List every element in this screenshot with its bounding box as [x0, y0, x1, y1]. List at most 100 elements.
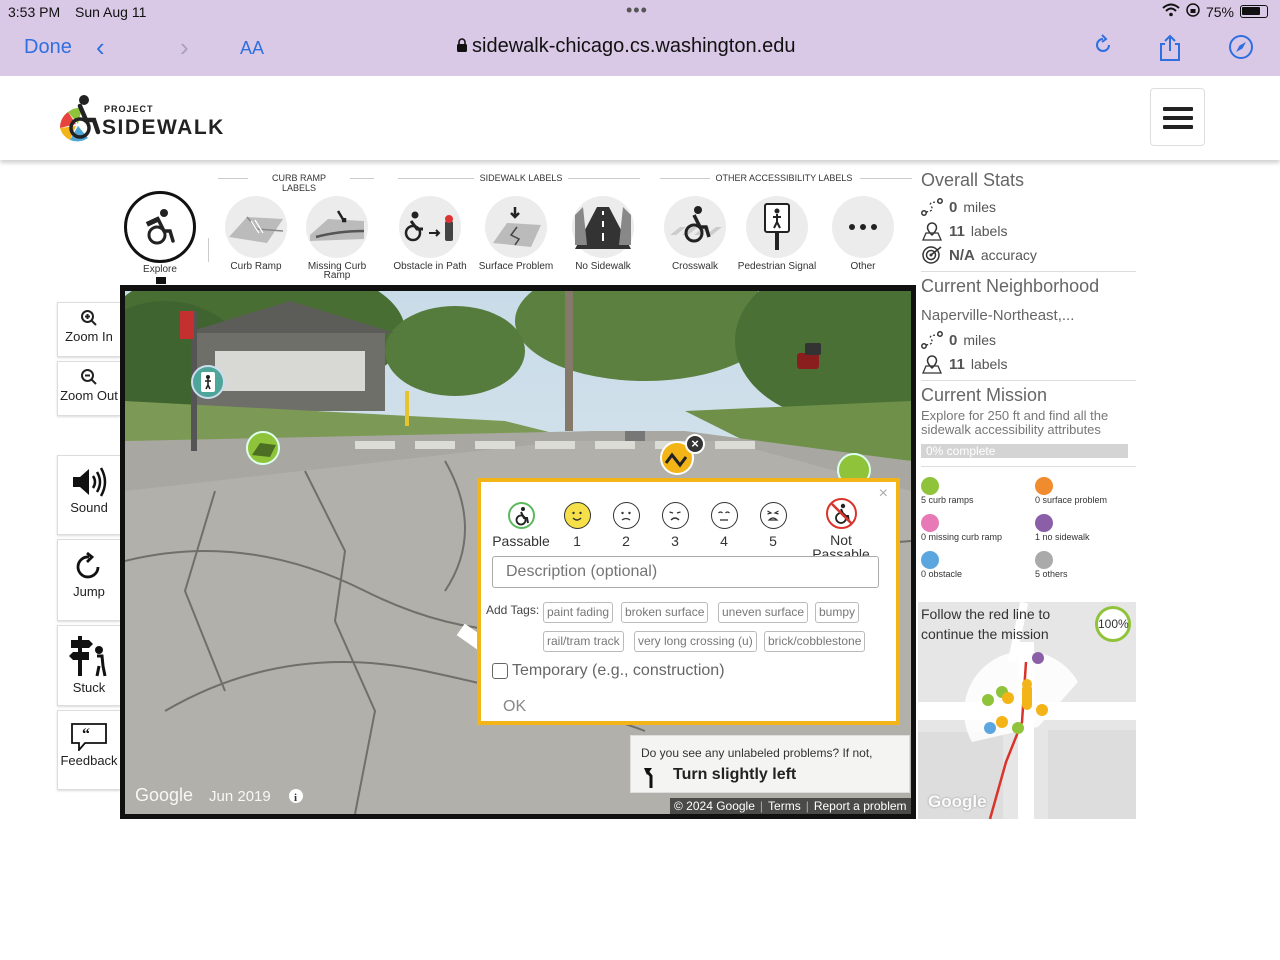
report-problem-link[interactable]: Report a problem [814, 799, 907, 813]
browser-chrome: 3:53 PM Sun Aug 11 ••• 75% Done ‹ › AA s… [0, 0, 1280, 76]
overall-stats-title: Overall Stats [921, 170, 1025, 190]
neighborhood-miles-value: 0 [949, 331, 958, 349]
status-right: 75% [1162, 3, 1268, 20]
stuck-button[interactable]: Stuck [57, 625, 120, 706]
wifi-icon [1162, 3, 1180, 20]
zoom-out-label: Zoom Out [60, 388, 118, 403]
zoom-out-button[interactable]: Zoom Out [57, 361, 120, 416]
back-chevron-icon[interactable]: ‹ [96, 32, 105, 63]
capture-date: Jun 2019 [209, 788, 271, 805]
minimap[interactable]: Follow the red line to continue the miss… [918, 602, 1136, 819]
compass-icon[interactable] [1228, 34, 1254, 66]
neutral-face-icon [612, 502, 640, 529]
reload-icon[interactable] [1092, 34, 1114, 62]
multitask-dots-icon[interactable]: ••• [626, 0, 648, 21]
feedback-button[interactable]: “ Feedback [57, 710, 120, 790]
missing-curb-ramp-icon [306, 196, 368, 258]
ellipsis-icon [832, 196, 894, 258]
divider [660, 178, 710, 179]
severity-label: 3 [671, 533, 679, 549]
tool-curb-ramp[interactable]: Curb Ramp [216, 196, 296, 272]
distance-icon [921, 198, 943, 216]
obstacle-icon [399, 196, 461, 258]
tag-rail-tram-track[interactable]: rail/tram track [543, 631, 624, 652]
battery-percent: 75% [1205, 3, 1234, 20]
current-mission-title: Current Mission [921, 385, 1048, 405]
count-label: 1 no sidewalk [1035, 532, 1090, 542]
tool-label: Missing Curb Ramp [307, 261, 367, 281]
hint-instruction: Turn slightly left [673, 766, 797, 783]
jump-button[interactable]: Jump [57, 539, 120, 621]
curb-ramp-count-icon [921, 477, 939, 495]
overall-labels: 11 labels [921, 219, 1136, 243]
description-input[interactable] [492, 556, 879, 588]
hamburger-menu-button[interactable] [1150, 88, 1205, 146]
tool-obstacle[interactable]: Obstacle in Path [390, 196, 470, 272]
count-label: 0 obstacle [921, 569, 963, 579]
divider [350, 178, 374, 179]
tool-other[interactable]: Other [823, 196, 903, 272]
terms-link[interactable]: Terms [768, 799, 801, 813]
divider [921, 380, 1136, 381]
done-button[interactable]: Done [24, 36, 72, 59]
zoom-in-button[interactable]: Zoom In [57, 302, 120, 357]
severity-passable[interactable]: Passable [491, 502, 551, 549]
google-watermark: Google [135, 785, 193, 805]
curb-ramp-marker-icon[interactable] [246, 431, 280, 465]
tool-explore[interactable]: Explore [120, 191, 200, 275]
jump-icon [76, 552, 100, 579]
forward-chevron-icon[interactable]: › [180, 32, 189, 63]
navigation-hint: Do you see any unlabeled problems? If no… [630, 735, 910, 793]
tag-uneven-surface[interactable]: uneven surface [718, 602, 809, 623]
surface-problem-count-icon [1035, 477, 1053, 495]
safari-toolbar: Done ‹ › AA sidewalk-chicago.cs.washingt… [0, 26, 1280, 70]
tool-surface-problem[interactable]: Surface Problem [476, 196, 556, 272]
share-icon[interactable] [1158, 34, 1182, 68]
google-watermark: Google [928, 792, 987, 811]
pedestrian-signal-icon [746, 196, 808, 258]
neighborhood-labels: 11 labels [921, 352, 1136, 376]
tag-brick-cobblestone[interactable]: brick/cobblestone [764, 631, 866, 652]
passable-wheelchair-icon [507, 502, 535, 529]
pedestrian-signal-marker-icon[interactable] [191, 365, 225, 399]
tag-broken-surface[interactable]: broken surface [621, 602, 709, 623]
info-icon[interactable]: i [294, 792, 297, 804]
site-header: PROJECT SIDEWALK [0, 76, 1280, 160]
current-neighborhood-title: Current Neighborhood [921, 276, 1100, 296]
map-pin-icon [922, 222, 942, 241]
tool-crosswalk[interactable]: Crosswalk [655, 196, 735, 272]
mission-percent-badge: 100% [1095, 606, 1131, 642]
address-bar[interactable]: sidewalk-chicago.cs.washington.edu [456, 35, 796, 58]
severity-5[interactable]: 5 [743, 502, 803, 549]
distressed-face-icon [759, 502, 787, 529]
obstacle-count-icon [921, 551, 939, 569]
project-sidewalk-logo[interactable]: PROJECT SIDEWALK [56, 94, 246, 144]
status-bar: 3:53 PM Sun Aug 11 ••• 75% [0, 0, 1280, 24]
neighborhood-name: Naperville-Northeast,... [921, 307, 1075, 324]
logo-sidewalk-text: SIDEWALK [102, 116, 225, 139]
jump-label: Jump [73, 584, 105, 599]
text-size-button[interactable]: AA [240, 38, 264, 59]
severity-not-passable[interactable]: Not Passable [811, 498, 871, 561]
url-text: sidewalk-chicago.cs.washington.edu [472, 35, 796, 57]
tag-bumpy[interactable]: bumpy [815, 602, 860, 623]
sound-button[interactable]: Sound [57, 455, 120, 535]
close-icon[interactable]: × [879, 485, 888, 503]
feedback-label: Feedback [60, 753, 118, 768]
add-tags-label: Add Tags: [486, 603, 540, 617]
tool-pedestrian-signal[interactable]: Pedestrian Signal [737, 196, 817, 272]
tag-very-long-crossing[interactable]: very long crossing (u) [634, 631, 757, 652]
stuck-signpost-icon [69, 636, 107, 677]
tool-no-sidewalk[interactable]: No Sidewalk [563, 196, 643, 272]
miles-unit: miles [963, 332, 997, 348]
tag-paint-fading[interactable]: paint fading [543, 602, 614, 623]
temporary-checkbox[interactable]: Temporary (e.g., construction) [492, 662, 725, 680]
count-label: 0 missing curb ramp [921, 532, 1003, 542]
ok-button[interactable]: OK [503, 698, 526, 716]
tool-missing-curb-ramp[interactable]: Missing Curb Ramp [297, 196, 377, 281]
checkbox-icon[interactable] [492, 663, 508, 679]
status-time: 3:53 PM [8, 4, 61, 20]
miles-unit: miles [963, 199, 997, 215]
delete-label-icon[interactable]: × [685, 434, 705, 454]
crosswalk-icon [664, 196, 726, 258]
